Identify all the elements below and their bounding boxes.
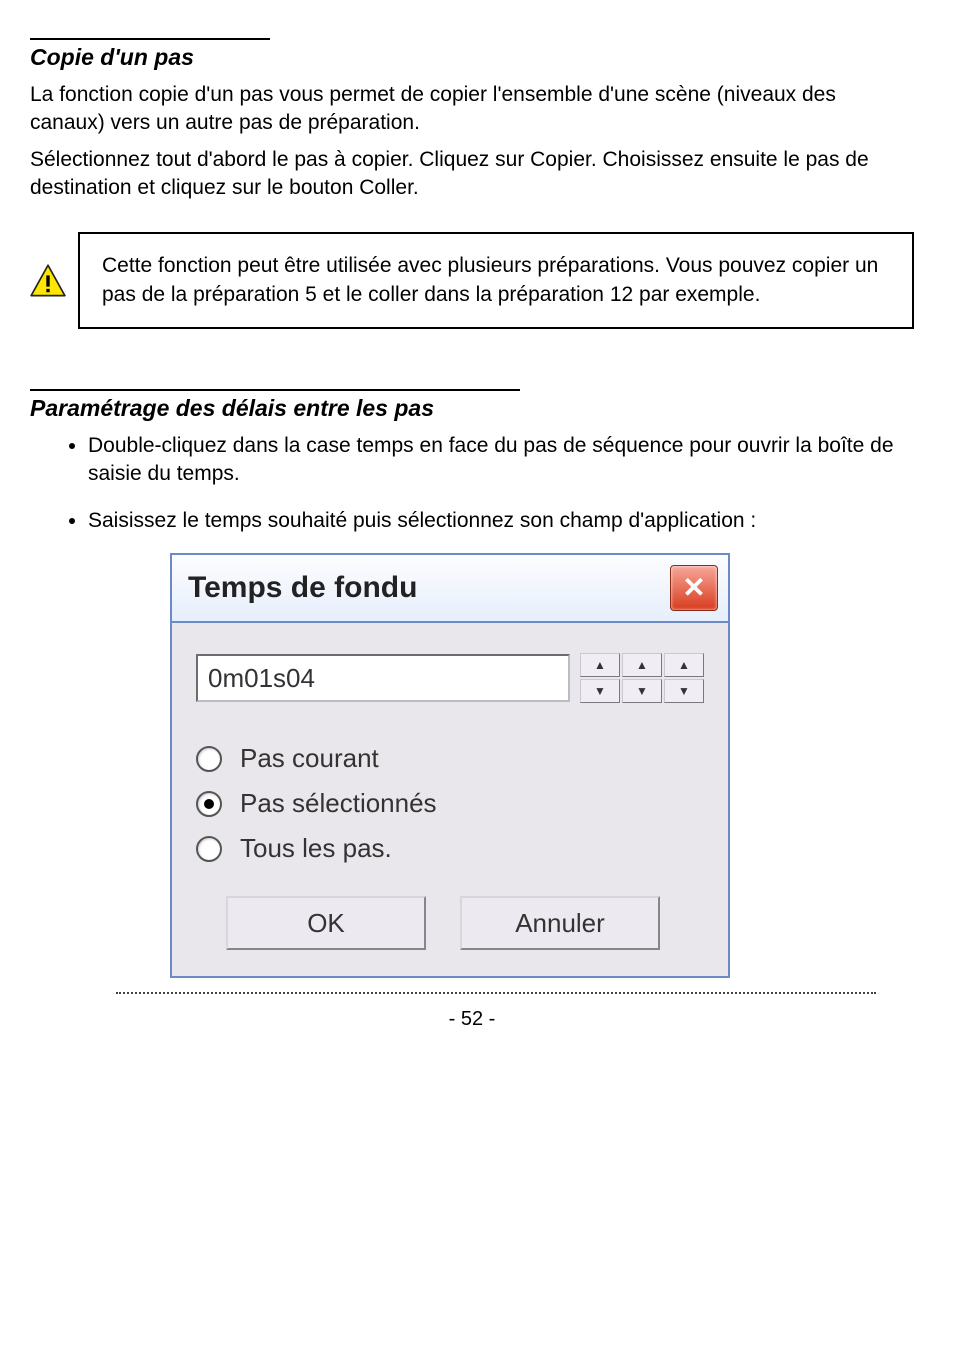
- spin-min-up[interactable]: ▲: [580, 653, 620, 677]
- page-footer-rule: [116, 992, 876, 994]
- section1-paragraph-2: Sélectionnez tout d'abord le pas à copie…: [30, 146, 914, 203]
- spin-frame-down[interactable]: ▼: [664, 679, 704, 703]
- close-icon: ✕: [682, 574, 705, 602]
- spin-sec-down[interactable]: ▼: [622, 679, 662, 703]
- section-title-copy-step: Copie d'un pas: [30, 44, 914, 71]
- spin-sec-up[interactable]: ▲: [622, 653, 662, 677]
- bullet-list: Double-cliquez dans la case temps en fac…: [30, 432, 914, 535]
- spin-frame-up[interactable]: ▲: [664, 653, 704, 677]
- warning-icon: [30, 263, 66, 299]
- dialog-title: Temps de fondu: [188, 571, 417, 605]
- section-title-rule-2: [30, 389, 520, 391]
- cancel-button[interactable]: Annuler: [460, 896, 660, 950]
- radio-label-current: Pas courant: [240, 743, 379, 774]
- radio-icon: [196, 836, 222, 862]
- dialog-button-row: OK Annuler: [196, 896, 704, 950]
- page-number: - 52 -: [30, 1008, 914, 1031]
- radio-selected-steps[interactable]: Pas sélectionnés: [196, 788, 704, 819]
- dialog-screenshot: Temps de fondu ✕ ▲ ▲ ▲ ▼ ▼ ▼: [170, 553, 730, 978]
- document-page: Copie d'un pas La fonction copie d'un pa…: [0, 38, 954, 1071]
- radio-label-selected: Pas sélectionnés: [240, 788, 437, 819]
- radio-current-step[interactable]: Pas courant: [196, 743, 704, 774]
- ok-button[interactable]: OK: [226, 896, 426, 950]
- bullet-item-2: Saisissez le temps souhaité puis sélecti…: [88, 507, 914, 535]
- section-title-delays: Paramétrage des délais entre les pas: [30, 395, 914, 422]
- fade-time-dialog: Temps de fondu ✕ ▲ ▲ ▲ ▼ ▼ ▼: [170, 553, 730, 978]
- radio-label-all: Tous les pas.: [240, 833, 392, 864]
- bullet-item-1: Double-cliquez dans la case temps en fac…: [88, 432, 914, 489]
- section1-paragraph-1: La fonction copie d'un pas vous permet d…: [30, 81, 914, 138]
- section-title-rule-1: [30, 38, 270, 40]
- radio-group-scope: Pas courant Pas sélectionnés Tous les pa…: [196, 743, 704, 864]
- dialog-body: ▲ ▲ ▲ ▼ ▼ ▼ Pas courant Pas: [172, 623, 728, 976]
- time-spinners: ▲ ▲ ▲ ▼ ▼ ▼: [580, 653, 704, 703]
- time-input-row: ▲ ▲ ▲ ▼ ▼ ▼: [196, 653, 704, 703]
- radio-dot-icon: [204, 799, 214, 809]
- warning-row: Cette fonction peut être utilisée avec p…: [30, 232, 914, 329]
- time-input[interactable]: [196, 654, 570, 702]
- dialog-titlebar[interactable]: Temps de fondu ✕: [172, 555, 728, 623]
- spin-min-down[interactable]: ▼: [580, 679, 620, 703]
- radio-icon: [196, 791, 222, 817]
- radio-all-steps[interactable]: Tous les pas.: [196, 833, 704, 864]
- warning-box: Cette fonction peut être utilisée avec p…: [78, 232, 914, 329]
- radio-icon: [196, 746, 222, 772]
- close-button[interactable]: ✕: [670, 565, 718, 611]
